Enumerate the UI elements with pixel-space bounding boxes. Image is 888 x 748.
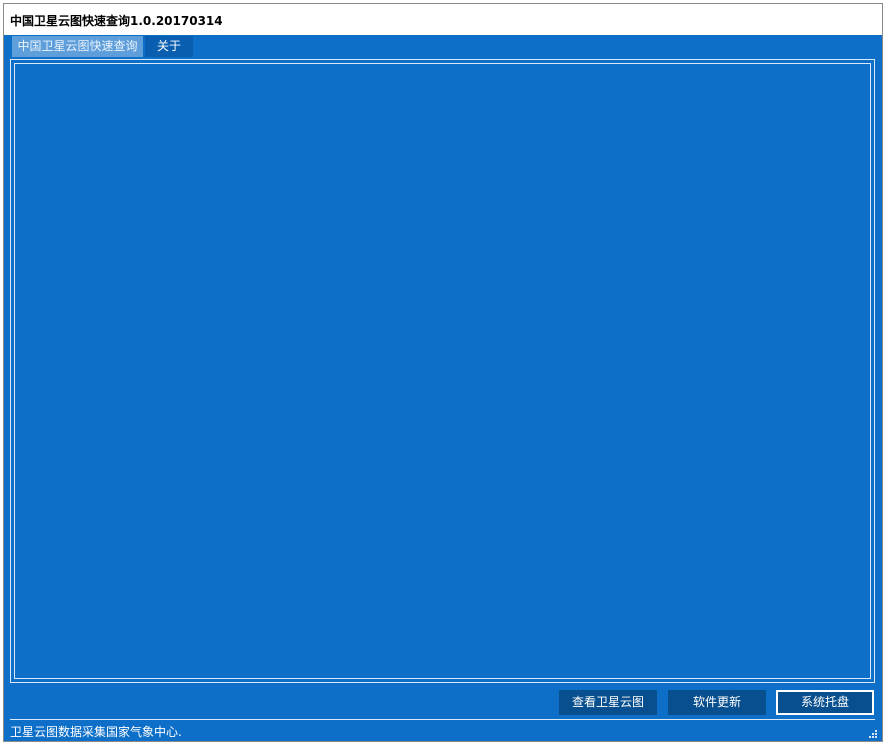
view-satellite-image-button[interactable]: 查看卫星云图: [559, 690, 657, 715]
tab-about[interactable]: 关于: [145, 36, 193, 57]
content-area: [14, 63, 871, 679]
resize-grip-icon[interactable]: [867, 728, 877, 738]
tab-satellite-query[interactable]: 中国卫星云图快速查询: [12, 36, 143, 57]
window-title: 中国卫星云图快速查询1.0.20170314: [10, 14, 223, 28]
status-text: 卫星云图数据采集国家气象中心.: [10, 725, 182, 739]
software-update-button[interactable]: 软件更新: [668, 690, 766, 715]
system-tray-button[interactable]: 系统托盘: [776, 690, 874, 715]
content-panel: [10, 59, 875, 683]
title-bar: 中国卫星云图快速查询1.0.20170314: [4, 4, 882, 35]
status-divider: [10, 719, 875, 720]
app-window: 中国卫星云图快速查询1.0.20170314 中国卫星云图快速查询 关于 查看卫…: [3, 3, 883, 742]
